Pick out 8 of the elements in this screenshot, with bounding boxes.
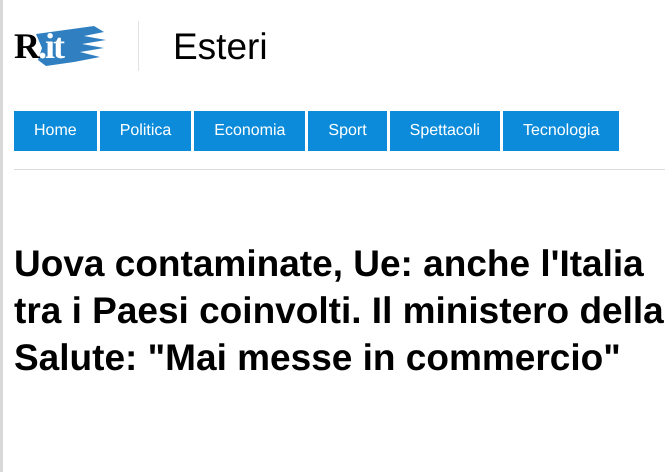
nav-tab[interactable]: Home: [14, 111, 97, 151]
nav-tab[interactable]: Economia: [194, 111, 306, 151]
nav-tab[interactable]: Tecnologia: [502, 111, 620, 151]
section-title: Esteri: [173, 28, 268, 64]
nav-tab[interactable]: Spettacoli: [390, 111, 500, 151]
headline: Uova contaminate, Ue: anche l'Italia tra i Paesi coinvolti. Il ministero della Salute: "Mai messe in commercio": [14, 242, 664, 380]
nav-tab[interactable]: Sport: [308, 111, 387, 151]
nav-tab[interactable]: Politica: [100, 111, 192, 151]
